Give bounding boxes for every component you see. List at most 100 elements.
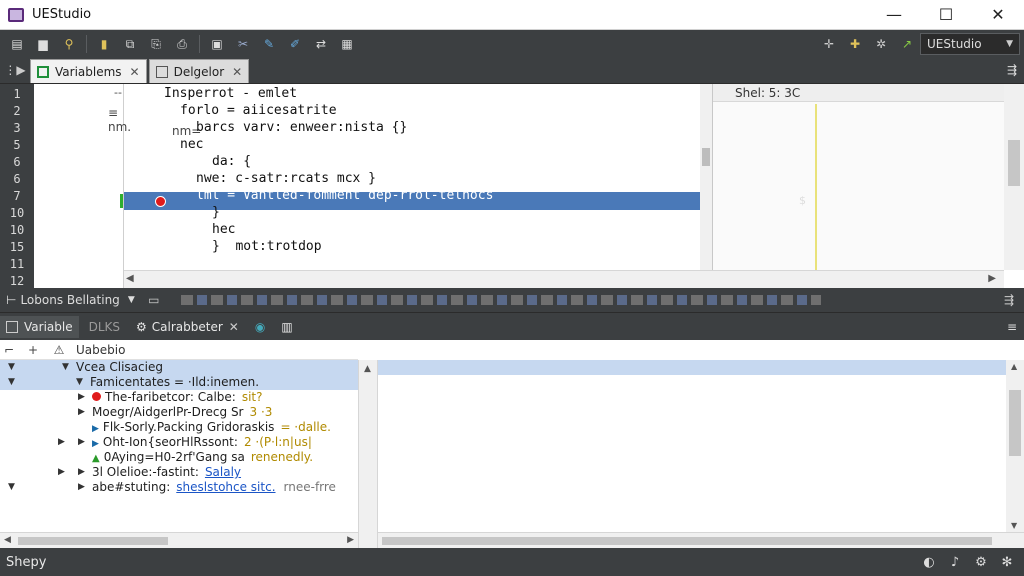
search-icon[interactable]: ⚲ xyxy=(59,34,79,54)
chevron-right-icon[interactable]: ▶ xyxy=(78,405,85,420)
tree-row[interactable]: ▶ Moegr/AidgerlPr-Drecg Sr 3 ·3 xyxy=(0,405,358,420)
compass-icon[interactable]: ◐ xyxy=(920,553,938,571)
debug-run-icon[interactable]: ✚ xyxy=(845,34,865,54)
open-folder-icon[interactable]: ▆ xyxy=(33,34,53,54)
scroll-down-icon[interactable]: ▼ xyxy=(1011,521,1017,530)
find-replace-icon[interactable]: ⇄ xyxy=(311,34,331,54)
error-icon xyxy=(92,392,101,401)
tree-row[interactable]: ▶ 3l Olelioe:-fastint: Salaly ▶ xyxy=(0,465,358,480)
settings-icon[interactable]: ⚙ xyxy=(972,553,990,571)
close-icon[interactable]: ✕ xyxy=(130,65,140,79)
tree-row[interactable]: ▼ Vcea Clisacieg ▼ xyxy=(0,360,358,375)
close-icon[interactable]: ✕ xyxy=(229,320,239,334)
scroll-thumb[interactable] xyxy=(1008,140,1020,186)
tree-row-label: 0Aying=H0-2rf'Gang sa xyxy=(103,450,245,464)
scroll-right-icon[interactable]: ▶ xyxy=(347,535,354,545)
cut-icon[interactable]: ✂ xyxy=(233,34,253,54)
bookmark-icon[interactable]: ▮ xyxy=(94,34,114,54)
new-file-icon[interactable]: ▤ xyxy=(7,34,27,54)
chevron-down-icon[interactable]: ▼ xyxy=(62,360,69,375)
editor-vertical-scrollbar[interactable] xyxy=(700,84,712,270)
chevron-right-icon[interactable]: ▶ xyxy=(78,435,85,450)
code-editor[interactable]: 1 2 3 5 6 6 7 10 10 15 11 12 -- ≡ nm. nm= Insperrot… xyxy=(0,84,1024,288)
vertical-scrollbar[interactable] xyxy=(1004,84,1024,270)
code-text[interactable]: Insperrot - emlet forlo = aiicesatrite bar… xyxy=(124,84,712,270)
variables-vertical-scrollbar[interactable]: ▲ ▼ xyxy=(1006,360,1024,532)
tree-row-value: Salaly xyxy=(204,465,242,479)
line-number: 10 xyxy=(9,223,25,237)
chevron-right-icon[interactable]: ▶ xyxy=(78,480,85,495)
tab-menu-icon[interactable]: ⇶ xyxy=(1000,57,1024,83)
scroll-thumb[interactable] xyxy=(18,537,168,545)
add-icon[interactable]: + xyxy=(24,343,42,357)
variables-splitter[interactable]: ▲ xyxy=(358,360,378,548)
brush-icon[interactable]: ✐ xyxy=(285,34,305,54)
tab-variable[interactable]: Variable xyxy=(0,315,79,338)
paste-icon[interactable]: ⎘ xyxy=(146,34,166,54)
configuration-select[interactable]: UEStudio ▼ xyxy=(920,33,1020,55)
close-button[interactable]: ✕ xyxy=(972,0,1024,30)
scroll-thumb[interactable] xyxy=(382,537,992,545)
window-icon[interactable]: ▭ xyxy=(144,290,164,310)
minimize-button[interactable]: — xyxy=(868,0,920,30)
chevron-right-icon[interactable]: ▶ xyxy=(58,465,65,480)
tree-row[interactable]: ▶ Flk-Sorly.Packing Gridoraskis = ·dalle. xyxy=(0,420,358,435)
tree-row[interactable]: ▶ ▶ Oht-Ion{seorHlRssont: 2 ·(P·l:n|us| ▶ xyxy=(0,435,358,450)
edit-icon[interactable]: ✎ xyxy=(259,34,279,54)
scroll-left-icon[interactable]: ◀ xyxy=(4,535,11,545)
scroll-left-icon[interactable]: ◀ xyxy=(126,273,134,284)
close-icon[interactable]: ✕ xyxy=(232,65,242,79)
pin-icon[interactable]: ✛ xyxy=(819,34,839,54)
chevron-down-icon[interactable]: ▼ xyxy=(128,295,135,305)
tab-variablems[interactable]: Variablems ✕ xyxy=(30,59,147,83)
tree-row-text: ▲ 0Aying=H0-2rf'Gang sa renenedly. xyxy=(92,450,313,465)
gear-icon: ⚙ xyxy=(136,319,147,334)
chevron-down-icon[interactable]: ▼ xyxy=(8,480,15,495)
settings-icon[interactable]: ✲ xyxy=(871,34,891,54)
tab-calrabbeter[interactable]: ⚙ Calrabbeter ✕ xyxy=(130,316,245,338)
tree-row[interactable]: ▶ The-faribetcor: Calbe: sit? xyxy=(0,390,358,405)
variables-horizontal-scrollbar[interactable]: ◀ ▶ xyxy=(0,532,358,548)
line-number: 10 xyxy=(9,206,25,220)
warning-icon: ▲ xyxy=(92,453,100,464)
chart-icon[interactable]: ▥ xyxy=(275,316,298,338)
refresh-icon[interactable]: ◉ xyxy=(249,316,271,338)
bell-icon[interactable]: ♪ xyxy=(946,553,964,571)
chevron-right-icon[interactable]: ▶ xyxy=(78,465,85,480)
tools-icon[interactable]: ▦ xyxy=(337,34,357,54)
maximize-button[interactable]: ☐ xyxy=(920,0,972,30)
scroll-thumb[interactable] xyxy=(702,148,710,166)
gear-icon[interactable]: ✻ xyxy=(998,553,1016,571)
print-icon[interactable]: ⎙ xyxy=(172,34,192,54)
copy-icon[interactable]: ⧉ xyxy=(120,34,140,54)
chevron-down-icon[interactable]: ▼ xyxy=(8,375,15,390)
variables-tree[interactable]: ▼ Vcea Clisacieg ▼ ▼ Famicentates = ·Ild:ine… xyxy=(0,360,358,532)
chevron-down-icon[interactable]: ▼ xyxy=(8,360,15,375)
save-icon[interactable]: ▣ xyxy=(207,34,227,54)
scroll-up-icon[interactable]: ▲ xyxy=(364,364,371,374)
debug-options-icon[interactable]: ⇶ xyxy=(1004,293,1014,307)
build-icon[interactable]: ↗ xyxy=(897,34,917,54)
tree-row[interactable]: ▲ 0Aying=H0-2rf'Gang sa renenedly. xyxy=(0,450,358,465)
scroll-right-icon[interactable]: ▶ xyxy=(988,273,996,284)
debug-title[interactable]: ⊢ Lobons Bellating ▼ xyxy=(0,293,141,307)
values-horizontal-scrollbar[interactable] xyxy=(378,532,1024,548)
tab-dlks[interactable]: DLKS xyxy=(83,316,126,338)
scroll-up-icon[interactable]: ▲ xyxy=(1011,362,1017,371)
editor-horizontal-scrollbar[interactable]: ◀ ▶ xyxy=(124,270,1004,288)
tree-row-text: Famicentates = ·Ild:inemen. xyxy=(90,375,259,390)
tree-row[interactable]: ▼ Famicentates = ·Ild:inemen. ▼ xyxy=(0,375,358,390)
chevron-right-icon[interactable]: ▶ xyxy=(58,435,65,450)
collapse-icon[interactable]: ⌐ xyxy=(0,343,18,357)
panel-menu-icon[interactable]: ≡ xyxy=(1000,314,1024,340)
scroll-thumb[interactable] xyxy=(1009,390,1021,456)
tree-row-value: 2 ·(P·l:n|us| xyxy=(243,435,312,449)
chevron-down-icon[interactable]: ▼ xyxy=(76,375,83,390)
tree-row[interactable]: ▶ abe#stuting: sheslstohce sitc. rnee-frre ▼ xyxy=(0,480,358,495)
debug-toolbar-strip[interactable] xyxy=(180,295,821,305)
tree-row-text: 3l Olelioe:-fastint: Salaly xyxy=(92,465,241,480)
tab-delgelor[interactable]: Delgelor ✕ xyxy=(148,59,250,83)
chevron-right-icon[interactable]: ▶ xyxy=(78,390,85,405)
sidebar-toggle-icon[interactable]: ⋮▶ xyxy=(0,57,30,83)
tree-row-label: 3l Olelioe:-fastint: xyxy=(92,465,199,479)
